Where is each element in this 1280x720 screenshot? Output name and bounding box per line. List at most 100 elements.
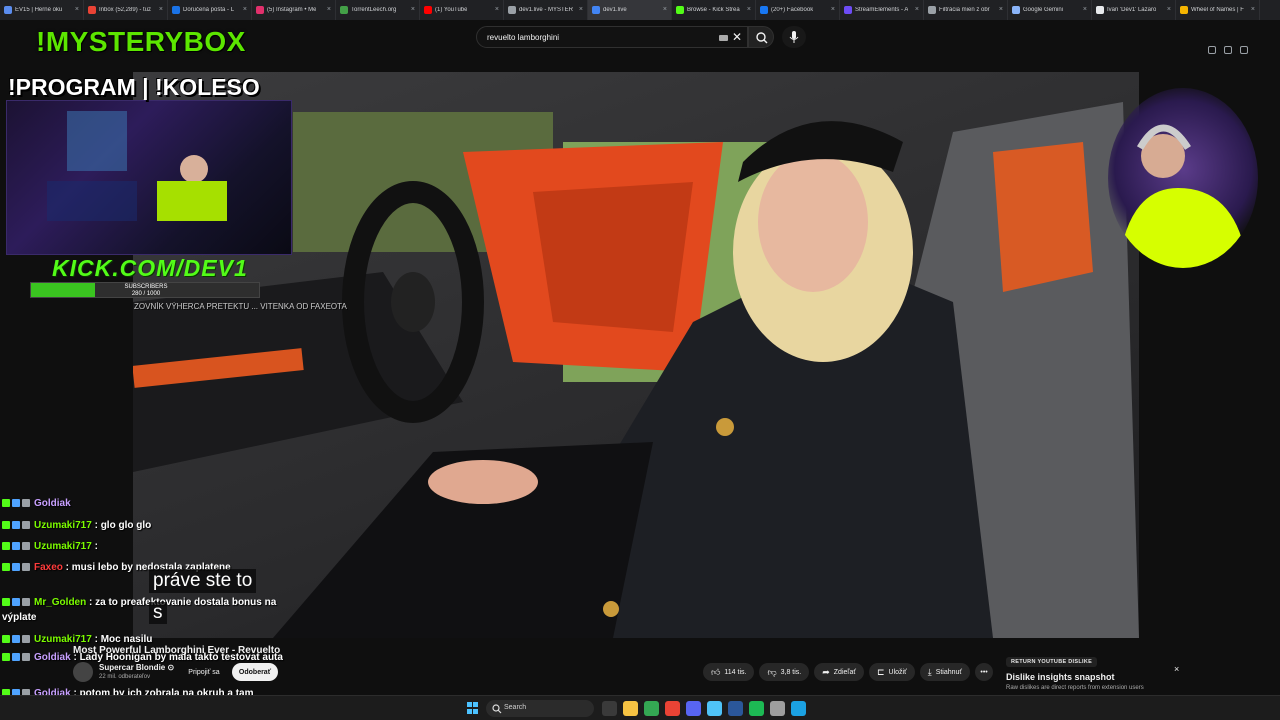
start-button[interactable]	[467, 702, 479, 714]
subscribe-button[interactable]: Odoberať	[232, 663, 278, 681]
chat-message: Uzumaki717 : glo glo glo	[2, 518, 298, 533]
tab-close-icon[interactable]: ×	[1167, 6, 1171, 14]
browser-tab[interactable]: Google Gemini ×	[1008, 0, 1092, 20]
search-button[interactable]	[748, 26, 774, 48]
edge-icon[interactable]	[791, 701, 806, 716]
browser-tab[interactable]: StreamElements - A ×	[840, 0, 924, 20]
subscriber-goal-label: SUBSCRIBERS	[124, 284, 168, 290]
browser-tab[interactable]: TorrentLeech.org ×	[336, 0, 420, 20]
chat-username[interactable]: Goldiak	[34, 652, 71, 663]
taskbar-apps	[602, 701, 806, 716]
tab-close-icon[interactable]: ×	[747, 6, 751, 14]
chat-badge-icon	[22, 499, 30, 508]
chat-username[interactable]: Uzumaki717	[34, 520, 92, 531]
tab-close-icon[interactable]: ×	[75, 6, 79, 14]
browser-tab[interactable]: (5) Instagram • Me ×	[252, 0, 336, 20]
settings-icon[interactable]	[770, 701, 785, 716]
tab-title: Doručená pošta - L	[183, 7, 235, 13]
windows-logo-icon	[473, 702, 478, 707]
kick-channel-logo: KICK.COM/DEV1	[52, 255, 248, 281]
chat-badge-icon	[2, 563, 10, 572]
notepad-icon[interactable]	[707, 701, 722, 716]
tab-title: Ivan 'Dev1' Lazaro	[1107, 7, 1157, 13]
tab-favicon-icon	[592, 6, 600, 14]
discord-icon[interactable]	[686, 701, 701, 716]
browser-tab[interactable]: dev1.live - MYSTERY ×	[504, 0, 588, 20]
overlay-program-command: !PROGRAM | !KOLESO	[8, 74, 260, 100]
keyboard-icon[interactable]	[719, 35, 728, 41]
tab-close-icon[interactable]: ×	[579, 6, 583, 14]
tab-close-icon[interactable]: ×	[663, 6, 667, 14]
tab-title: (5) Instagram • Me	[267, 7, 317, 13]
chat-username[interactable]: Mr_Golden	[34, 597, 86, 608]
save-label: Uložiť	[888, 668, 907, 676]
thumbs-up-icon: 👍︎	[711, 666, 721, 677]
file-explorer-icon[interactable]	[623, 701, 638, 716]
save-button[interactable]: ⊏ Uložiť	[868, 663, 915, 681]
dislike-button[interactable]: 👎︎ 3,8 tis.	[759, 663, 810, 681]
tab-close-icon[interactable]: ×	[159, 6, 163, 14]
chat-badge-icon	[12, 499, 20, 508]
streamer-webcam-right	[1108, 88, 1258, 268]
spotify-icon[interactable]	[749, 701, 764, 716]
video-title: Most Powerful Lamborghini Ever - Revuelt…	[73, 645, 281, 656]
tab-close-icon[interactable]: ×	[1083, 6, 1087, 14]
windows-logo-icon	[467, 702, 472, 707]
chat-badges	[2, 650, 32, 665]
more-icon: •••	[980, 668, 988, 676]
tab-close-icon[interactable]: ×	[915, 6, 919, 14]
chat-text: :	[91, 541, 98, 553]
browser-tab[interactable]: Doručená pošta - L ×	[168, 0, 252, 20]
cast-icon[interactable]	[1208, 46, 1216, 54]
chrome-alt-icon[interactable]	[665, 701, 680, 716]
tab-close-icon[interactable]: ×	[495, 6, 499, 14]
browser-tab[interactable]: (20+) Facebook ×	[756, 0, 840, 20]
overlay-mysterybox-command: !MYSTERYBOX	[36, 26, 246, 57]
chat-badges	[2, 496, 32, 511]
streamer-figure-right	[1118, 124, 1248, 268]
tab-close-icon[interactable]: ×	[999, 6, 1003, 14]
browser-tab[interactable]: Inbox (52,289) - tuz ×	[84, 0, 168, 20]
chat-badges	[2, 539, 32, 554]
tab-close-icon[interactable]: ×	[243, 6, 247, 14]
task-view-icon[interactable]	[602, 701, 617, 716]
browser-tab[interactable]: dev1.live ×	[588, 0, 672, 20]
tab-favicon-icon	[676, 6, 684, 14]
browser-tab[interactable]: Wheel of Names | F ×	[1176, 0, 1260, 20]
search-input[interactable]: revuelto lamborghini ✕	[476, 26, 748, 48]
chat-username[interactable]: Goldiak	[34, 498, 71, 509]
join-button[interactable]: Pripojiť sa	[180, 664, 228, 680]
browser-tab[interactable]: (1) YouTube ×	[420, 0, 504, 20]
download-button[interactable]: ⤓ Stiahnuť	[919, 663, 971, 681]
tab-favicon-icon	[88, 6, 96, 14]
channel-avatar[interactable]	[73, 662, 93, 682]
browser-tab[interactable]: Filtrácia mien z obr ×	[924, 0, 1008, 20]
menu-dots-icon[interactable]	[1240, 46, 1248, 54]
clear-search-button[interactable]: ✕	[732, 30, 742, 44]
like-button[interactable]: 👍︎ 114 tis.	[703, 663, 755, 681]
tab-close-icon[interactable]: ×	[1251, 6, 1255, 14]
close-dislike-panel-button[interactable]: ×	[1174, 664, 1179, 674]
browser-tab[interactable]: Browse - Kick Strea ×	[672, 0, 756, 20]
browser-tab[interactable]: EV15 | Herné oku ×	[0, 0, 84, 20]
voice-search-button[interactable]	[782, 26, 806, 48]
channel-subscriber-count: 22 mil. odberateľov	[99, 674, 151, 680]
word-icon[interactable]	[728, 701, 743, 716]
tab-title: dev1.live	[603, 7, 627, 13]
caption-line-1: práve ste to	[149, 569, 257, 593]
share-button[interactable]: ➦ Zdieľať	[814, 663, 864, 681]
tab-title: StreamElements - A	[855, 7, 909, 13]
channel-name[interactable]: Supercar Blondie ⊙	[99, 663, 174, 672]
taskbar-search[interactable]: Search	[486, 700, 594, 717]
more-actions-button[interactable]: •••	[975, 663, 994, 681]
tab-close-icon[interactable]: ×	[831, 6, 835, 14]
chat-username[interactable]: Uzumaki717	[34, 541, 92, 552]
chat-username[interactable]: Faxeo	[34, 562, 63, 573]
tab-close-icon[interactable]: ×	[327, 6, 331, 14]
chat-username[interactable]: Uzumaki717	[34, 634, 92, 645]
tab-favicon-icon	[256, 6, 264, 14]
browser-tab[interactable]: Ivan 'Dev1' Lazaro ×	[1092, 0, 1176, 20]
bookmark-star-icon[interactable]	[1224, 46, 1232, 54]
tab-close-icon[interactable]: ×	[411, 6, 415, 14]
chrome-icon[interactable]	[644, 701, 659, 716]
